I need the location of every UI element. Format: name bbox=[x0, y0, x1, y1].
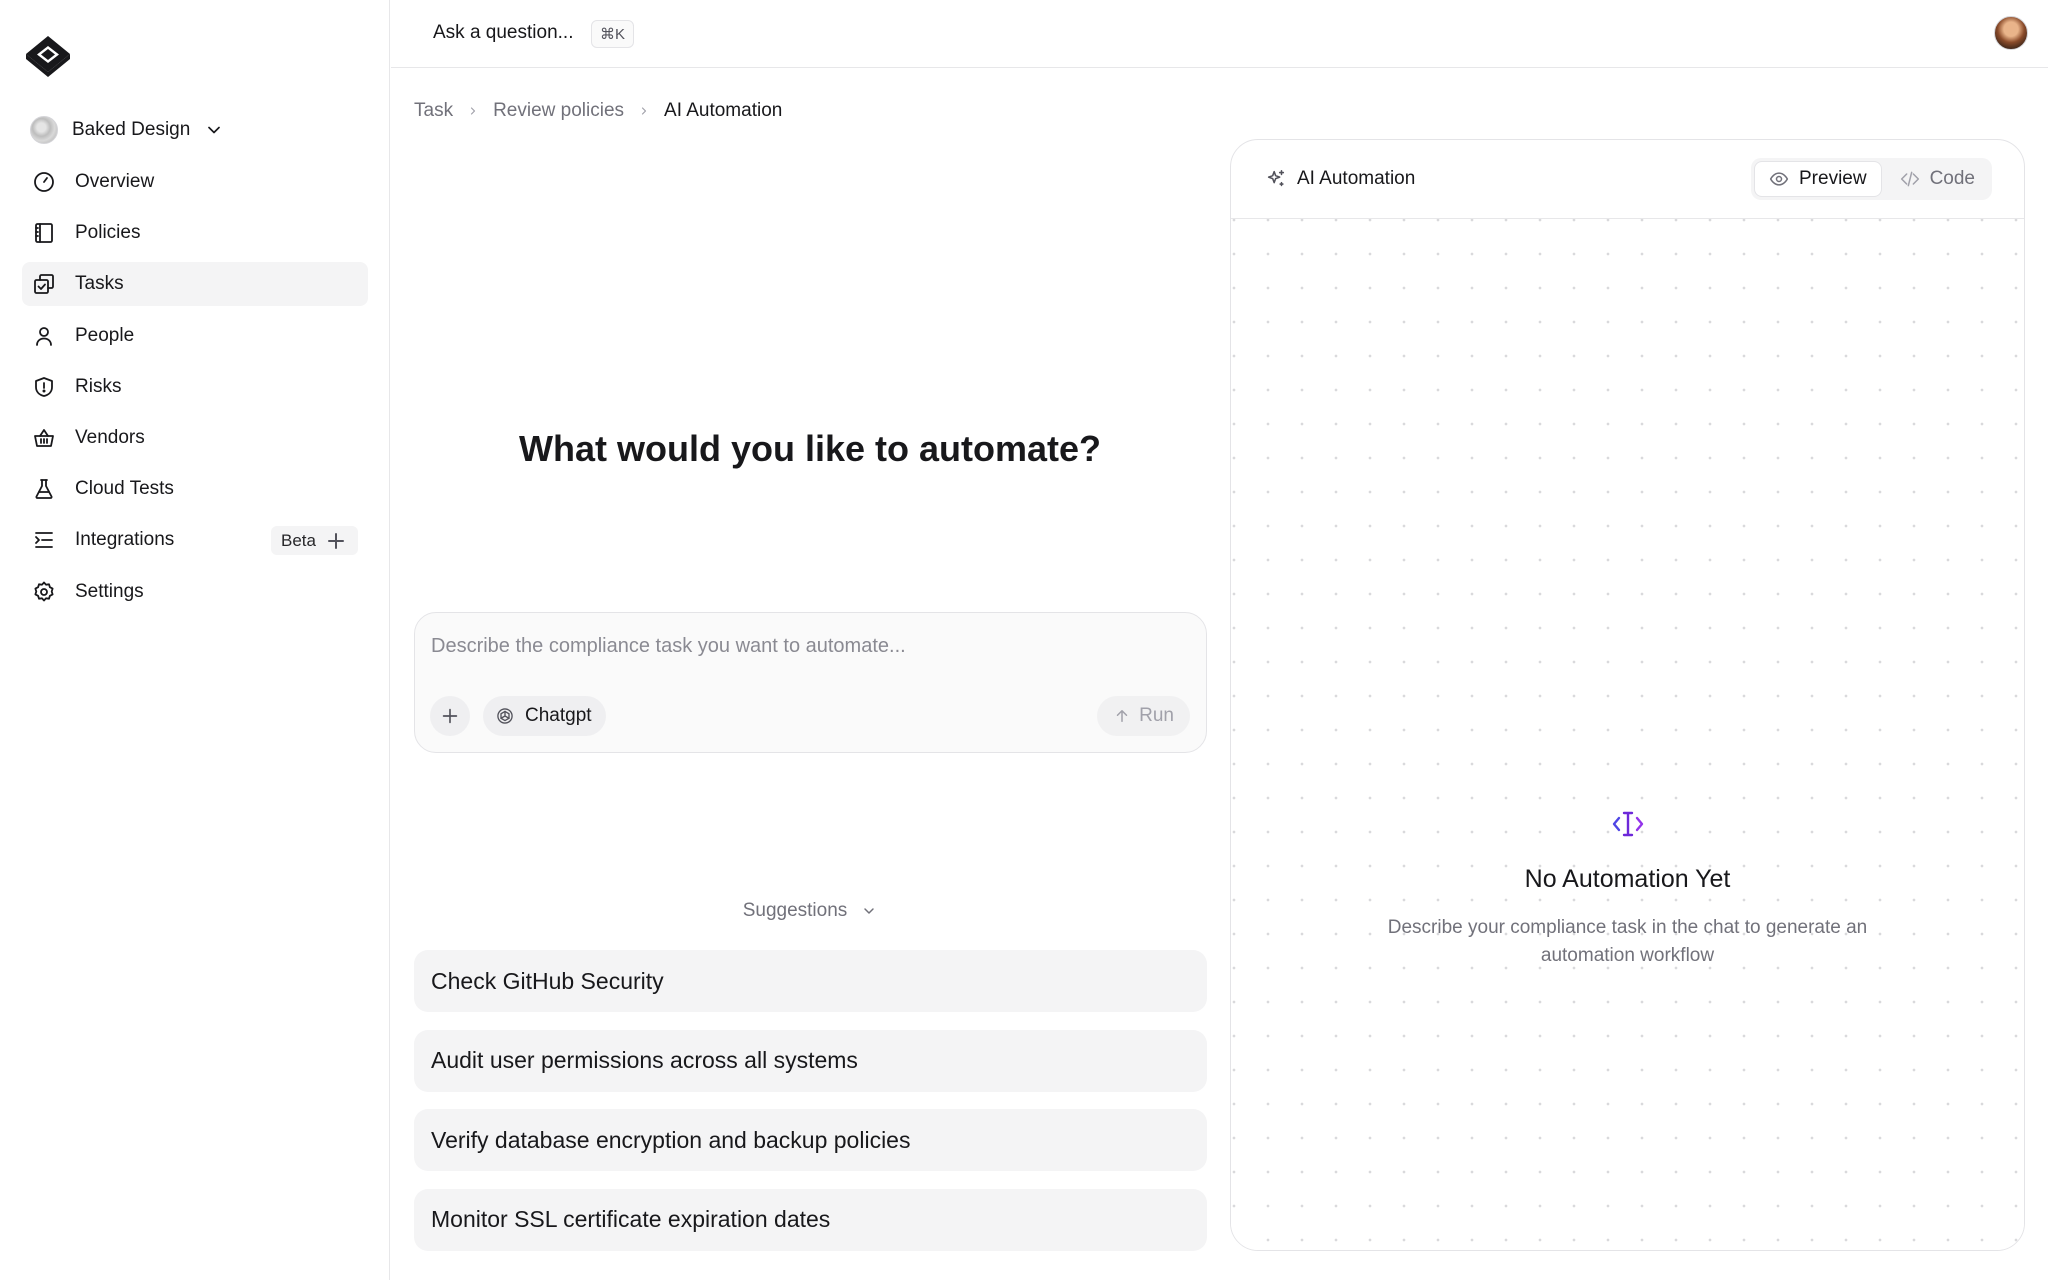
sidebar-item-people[interactable]: People bbox=[22, 314, 368, 358]
add-attachment-button[interactable] bbox=[430, 696, 470, 736]
book-icon bbox=[35, 223, 53, 244]
breadcrumb-task[interactable]: Task bbox=[414, 100, 453, 122]
sparkles-icon bbox=[1267, 169, 1285, 187]
org-name: Baked Design bbox=[72, 119, 191, 140]
list-indent-icon bbox=[35, 532, 53, 549]
sidebar-item-label: Risks bbox=[75, 375, 122, 397]
empty-state: No Automation Yet Describe your complian… bbox=[1231, 809, 2024, 970]
basket-icon bbox=[34, 429, 54, 447]
sidebar-item-label: Overview bbox=[75, 171, 155, 192]
panel-header: AI Automation Preview Code bbox=[1231, 140, 2024, 219]
arrow-up-icon bbox=[1116, 710, 1128, 722]
shortcut-hint: ⌘K bbox=[591, 20, 635, 48]
automation-preview-panel: AI Automation Preview Code No Automation… bbox=[1230, 139, 2025, 1251]
sidebar-item-risks[interactable]: Risks bbox=[22, 365, 368, 409]
top-bar: Ask a question... ⌘K bbox=[391, 0, 2048, 68]
suggestions-toggle[interactable]: Suggestions bbox=[414, 900, 1206, 922]
suggestion-item[interactable]: Verify database encryption and backup po… bbox=[414, 1109, 1207, 1171]
suggestion-list: Check GitHub Security Audit user permiss… bbox=[414, 950, 1207, 1268]
org-switcher[interactable]: Baked Design bbox=[30, 114, 224, 146]
chat-composer: Chatgpt Run bbox=[414, 612, 1207, 753]
tasks-icon bbox=[34, 274, 54, 295]
task-description-input[interactable] bbox=[431, 635, 1171, 658]
tab-preview[interactable]: Preview bbox=[1754, 161, 1882, 197]
sidebar-item-label: Integrations bbox=[75, 529, 175, 551]
code-icon bbox=[1900, 171, 1919, 187]
sidebar-item-settings[interactable]: Settings bbox=[22, 570, 368, 614]
app-logo-icon[interactable] bbox=[22, 32, 74, 80]
chevron-down-icon bbox=[208, 126, 221, 134]
sidebar-nav: Overview Policies Tasks People Risks Ven… bbox=[22, 160, 368, 621]
panel-title-text: AI Automation bbox=[1297, 168, 1416, 189]
suggestions-label: Suggestions bbox=[742, 900, 848, 921]
sidebar-item-integrations[interactable]: Integrations Beta bbox=[22, 518, 368, 562]
empty-state-description: Describe your compliance task in the cha… bbox=[1387, 917, 1868, 966]
sidebar-item-vendors[interactable]: Vendors bbox=[22, 416, 368, 460]
breadcrumb-current: AI Automation bbox=[664, 100, 783, 121]
org-avatar bbox=[30, 116, 58, 144]
chevron-right-icon bbox=[470, 107, 476, 115]
tab-code[interactable]: Code bbox=[1886, 161, 1989, 197]
plus-icon bbox=[328, 532, 344, 549]
gear-icon bbox=[34, 581, 54, 601]
model-selector-button[interactable]: Chatgpt bbox=[483, 696, 606, 736]
flask-icon bbox=[35, 479, 53, 500]
sidebar-item-label: Policies bbox=[75, 222, 141, 244]
suggestion-item[interactable]: Monitor SSL certificate expiration dates bbox=[414, 1188, 1207, 1251]
empty-state-title: No Automation Yet bbox=[1524, 865, 1731, 893]
tab-code-label: Code bbox=[1929, 168, 1975, 189]
breadcrumb: Task Review policies AI Automation bbox=[414, 100, 782, 122]
sidebar-item-label: People bbox=[75, 324, 135, 346]
preview-canvas: No Automation Yet Describe your complian… bbox=[1231, 219, 2024, 1250]
page-title: What would you like to automate? bbox=[518, 428, 1101, 469]
breadcrumb-review-policies[interactable]: Review policies bbox=[493, 100, 624, 122]
sidebar-item-label: Tasks bbox=[75, 273, 124, 295]
view-toggle: Preview Code bbox=[1751, 158, 1992, 200]
beta-badge[interactable]: Beta bbox=[271, 526, 358, 556]
sidebar-item-cloud-tests[interactable]: Cloud Tests bbox=[22, 467, 368, 511]
code-cursor-icon bbox=[1612, 811, 1643, 837]
model-name: Chatgpt bbox=[525, 705, 592, 726]
run-label: Run bbox=[1139, 705, 1174, 726]
sidebar: Baked Design Overview Policies Tasks Peo… bbox=[0, 0, 390, 1280]
gauge-icon bbox=[34, 172, 54, 192]
sidebar-item-label: Vendors bbox=[75, 426, 145, 448]
chevron-down-icon bbox=[864, 908, 875, 914]
beta-badge-label: Beta bbox=[281, 530, 316, 550]
suggestion-item[interactable]: Audit user permissions across all system… bbox=[414, 1029, 1207, 1092]
run-button[interactable]: Run bbox=[1097, 696, 1190, 736]
sidebar-item-tasks[interactable]: Tasks bbox=[22, 262, 368, 307]
sidebar-item-policies[interactable]: Policies bbox=[22, 211, 368, 255]
sidebar-item-overview[interactable]: Overview bbox=[22, 160, 368, 204]
sidebar-item-label: Cloud Tests bbox=[75, 478, 174, 500]
tab-preview-label: Preview bbox=[1799, 168, 1867, 189]
plus-icon bbox=[442, 708, 458, 724]
panel-title: AI Automation bbox=[1265, 168, 1415, 190]
chevron-right-icon bbox=[641, 107, 647, 115]
shield-alert-icon bbox=[35, 376, 53, 397]
user-icon bbox=[36, 326, 52, 346]
eye-icon bbox=[1769, 172, 1789, 186]
sidebar-item-label: Settings bbox=[75, 580, 144, 602]
suggestion-item[interactable]: Check GitHub Security bbox=[414, 950, 1207, 1012]
ask-question-button[interactable]: Ask a question... bbox=[433, 22, 573, 44]
user-avatar[interactable] bbox=[1994, 16, 2028, 50]
openai-icon bbox=[497, 708, 513, 724]
